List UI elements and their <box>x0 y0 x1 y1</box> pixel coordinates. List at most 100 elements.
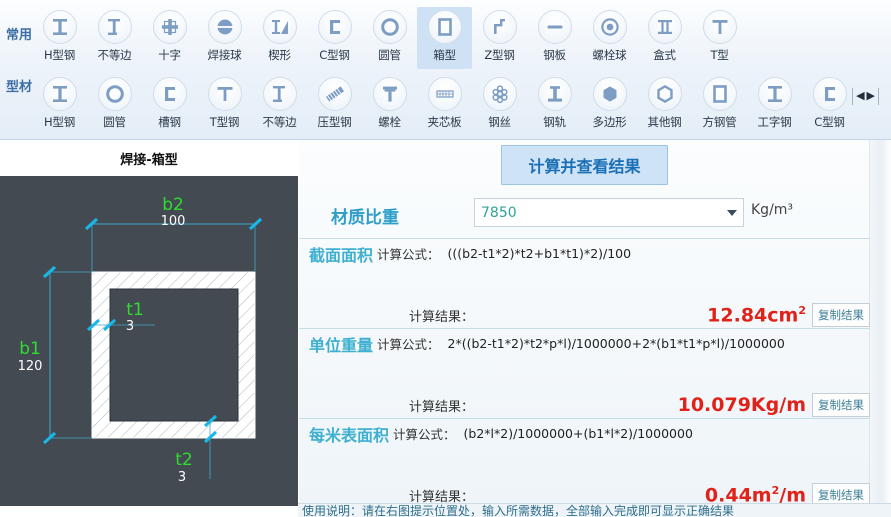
svg-text:b2: b2 <box>162 195 184 215</box>
toolbar-item-wedge[interactable]: 楔形 <box>252 7 307 69</box>
usage-note: 使用说明：请在右图提示位置处，输入所需数据，全部输入完成即可显示正确结果 <box>298 503 891 517</box>
result-label: 计算结果： <box>409 489 475 505</box>
result-section-header: 截面面积 计算公式： (((b2-t1*2)*t2+b1*t1)*2)/100 <box>299 238 870 268</box>
usage-note-text: 使用说明：请在右图提示位置处，输入所需数据，全部输入完成即可显示正确结果 <box>302 504 735 517</box>
toolbar-item-label: 箱型 <box>433 48 456 62</box>
formula-text: (((b2-t1*2)*t2+b1*t1)*2)/100 <box>447 246 632 261</box>
toolbar-item-steel-plate[interactable]: 钢板 <box>527 7 582 69</box>
toolbar-item-label: 钢丝 <box>488 115 511 129</box>
toolbar-item-c-steel[interactable]: C型钢 <box>802 74 857 136</box>
box-cassette-icon <box>647 10 682 44</box>
toolbar-item-z-purlin[interactable]: Z型钢 <box>472 7 527 69</box>
result-section-name: 截面面积 <box>309 245 374 265</box>
calculate-button[interactable]: 计算并查看结果 <box>501 145 668 185</box>
ribbon-toolbar: 常用 型材 H型钢 不等边 十字 焊接球 楔形 C型钢 圆管 箱型 Z型钢 钢板 螺栓球 盒式 T型 H… <box>0 0 891 140</box>
toolbar-item-label: C型钢 <box>319 48 350 62</box>
diagram-pane: 焊接-箱型 b2 100 b1 120 t1 3 t2 3 <box>0 140 298 517</box>
density-label: 材质比重 <box>331 208 399 228</box>
density-select[interactable]: 7850 <box>474 198 744 227</box>
toolbar-item-label: 其他钢 <box>647 115 682 129</box>
toolbar-item-label: 十字 <box>158 48 181 62</box>
formula-label: 计算公式： <box>393 427 456 442</box>
toolbar-item-other-steel[interactable]: 其他钢 <box>637 74 692 136</box>
c-steel-icon <box>812 77 847 111</box>
copy-result-button[interactable]: 复制结果 <box>812 393 870 417</box>
toolbar-item-steel-wire[interactable]: 钢丝 <box>472 74 527 136</box>
result-section: 单位重量 计算公式： 2*((b2-t1*2)*t2*p*l)/1000000+2*… <box>299 328 870 417</box>
h-beam-icon <box>42 10 77 44</box>
toolbar-item-round-pipe[interactable]: 圆管 <box>87 74 142 136</box>
toolbar-item-h-beam[interactable]: H型钢 <box>32 74 87 136</box>
toolbar-item-label: 钢轨 <box>543 115 566 129</box>
i-beam-icon <box>757 77 792 111</box>
profiled-sheet-icon <box>317 77 352 111</box>
toolbar-item-label: 夹芯板 <box>427 115 462 129</box>
toolbar-row-common: H型钢 不等边 十字 焊接球 楔形 C型钢 圆管 箱型 Z型钢 钢板 螺栓球 盒式 T型 <box>0 5 891 72</box>
diagram-title: 焊接-箱型 <box>120 153 178 168</box>
toolbar-item-bolt[interactable]: 螺栓 <box>362 74 417 136</box>
formula-text: (b2*l*2)/1000000+(b1*l*2)/1000000 <box>463 426 693 441</box>
welded-sphere-icon <box>207 10 242 44</box>
formula-text: 2*((b2-t1*2)*t2*p*l)/1000000+2*(b1*t1*p*… <box>447 336 785 351</box>
svg-text:b1: b1 <box>19 339 41 359</box>
cross-section-icon <box>152 10 187 44</box>
round-pipe-icon <box>97 77 132 111</box>
toolbar-item-c-channel[interactable]: C型钢 <box>307 7 362 69</box>
toolbar-item-unequal-angle[interactable]: 不等边 <box>252 74 307 136</box>
toolbar-item-polygon[interactable]: 多边形 <box>582 74 637 136</box>
toolbar-item-t-section[interactable]: T型 <box>692 7 747 69</box>
pane-right-edge <box>869 140 891 517</box>
toolbar-item-label: 盒式 <box>653 48 676 62</box>
toolbar-item-label: 钢板 <box>543 48 566 62</box>
box-section-drawing: b2 100 b1 120 t1 3 t2 3 <box>18 195 263 485</box>
toolbar-item-channel-steel[interactable]: 槽钢 <box>142 74 197 136</box>
toolbar-item-label: Z型钢 <box>484 48 515 62</box>
toolbar-item-square-tube[interactable]: 方钢管 <box>692 74 747 136</box>
box-section-icon <box>427 10 462 44</box>
toolbar-item-profiled-sheet[interactable]: 压型钢 <box>307 74 362 136</box>
polygon-icon <box>592 77 627 111</box>
result-section: 截面面积 计算公式： (((b2-t1*2)*t2+b1*t1)*2)/100 计算结… <box>299 238 870 327</box>
bolt-sphere-icon <box>592 10 627 44</box>
svg-text:3: 3 <box>178 470 186 485</box>
bolt-icon <box>372 77 407 111</box>
toolbar-item-bolt-sphere[interactable]: 螺栓球 <box>582 7 637 69</box>
toolbar-item-label: 焊接球 <box>207 48 242 62</box>
toolbar-item-label: H型钢 <box>43 48 76 62</box>
toolbar-next-icon[interactable]: ▶ <box>867 89 875 104</box>
square-tube-icon <box>702 77 737 111</box>
toolbar-prev-icon[interactable]: ◀ <box>856 89 864 104</box>
c-channel-icon <box>317 10 352 44</box>
t-section-icon <box>702 10 737 44</box>
other-steel-icon <box>647 77 682 111</box>
toolbar-item-round-pipe[interactable]: 圆管 <box>362 7 417 69</box>
z-purlin-icon <box>482 10 517 44</box>
density-row: 材质比重 7850 Kg/m³ <box>299 198 870 238</box>
toolbar-item-sandwich-panel[interactable]: 夹芯板 <box>417 74 472 136</box>
main-content: 焊接-箱型 b2 100 b1 120 t1 3 t2 3 计算并查看结果 材质… <box>0 140 891 517</box>
result-label: 计算结果： <box>409 309 475 325</box>
toolbar-item-unequal-angle[interactable]: 不等边 <box>87 7 142 69</box>
toolbar-pager[interactable]: ◀ ▶ <box>852 88 879 105</box>
toolbar-item-label: 压型钢 <box>317 115 352 129</box>
toolbar-item-steel-rail[interactable]: 钢轨 <box>527 74 582 136</box>
result-row: 计算结果： 10.079Kg/m 复制结果 <box>299 388 870 422</box>
density-unit: Kg/m³ <box>751 202 794 218</box>
toolbar-item-box-cassette[interactable]: 盒式 <box>637 7 692 69</box>
toolbar-item-welded-sphere[interactable]: 焊接球 <box>197 7 252 69</box>
toolbar-item-h-beam[interactable]: H型钢 <box>32 7 87 69</box>
result-value: 10.079Kg/m <box>677 394 806 416</box>
toolbar-item-label: 不等边 <box>97 48 132 62</box>
chevron-down-icon[interactable] <box>721 209 743 216</box>
toolbar-item-i-beam[interactable]: 工字钢 <box>747 74 802 136</box>
formula-label: 计算公式： <box>377 247 440 262</box>
toolbar-item-cross-section[interactable]: 十字 <box>142 7 197 69</box>
toolbar-item-label: 不等边 <box>262 115 297 129</box>
toolbar-item-t-steel[interactable]: T型钢 <box>197 74 252 136</box>
round-pipe-icon <box>372 10 407 44</box>
result-label: 计算结果： <box>409 399 475 415</box>
toolbar-item-box-section[interactable]: 箱型 <box>417 7 472 69</box>
density-value[interactable]: 7850 <box>475 205 721 221</box>
wedge-icon <box>262 10 297 44</box>
copy-result-button[interactable]: 复制结果 <box>812 303 870 327</box>
